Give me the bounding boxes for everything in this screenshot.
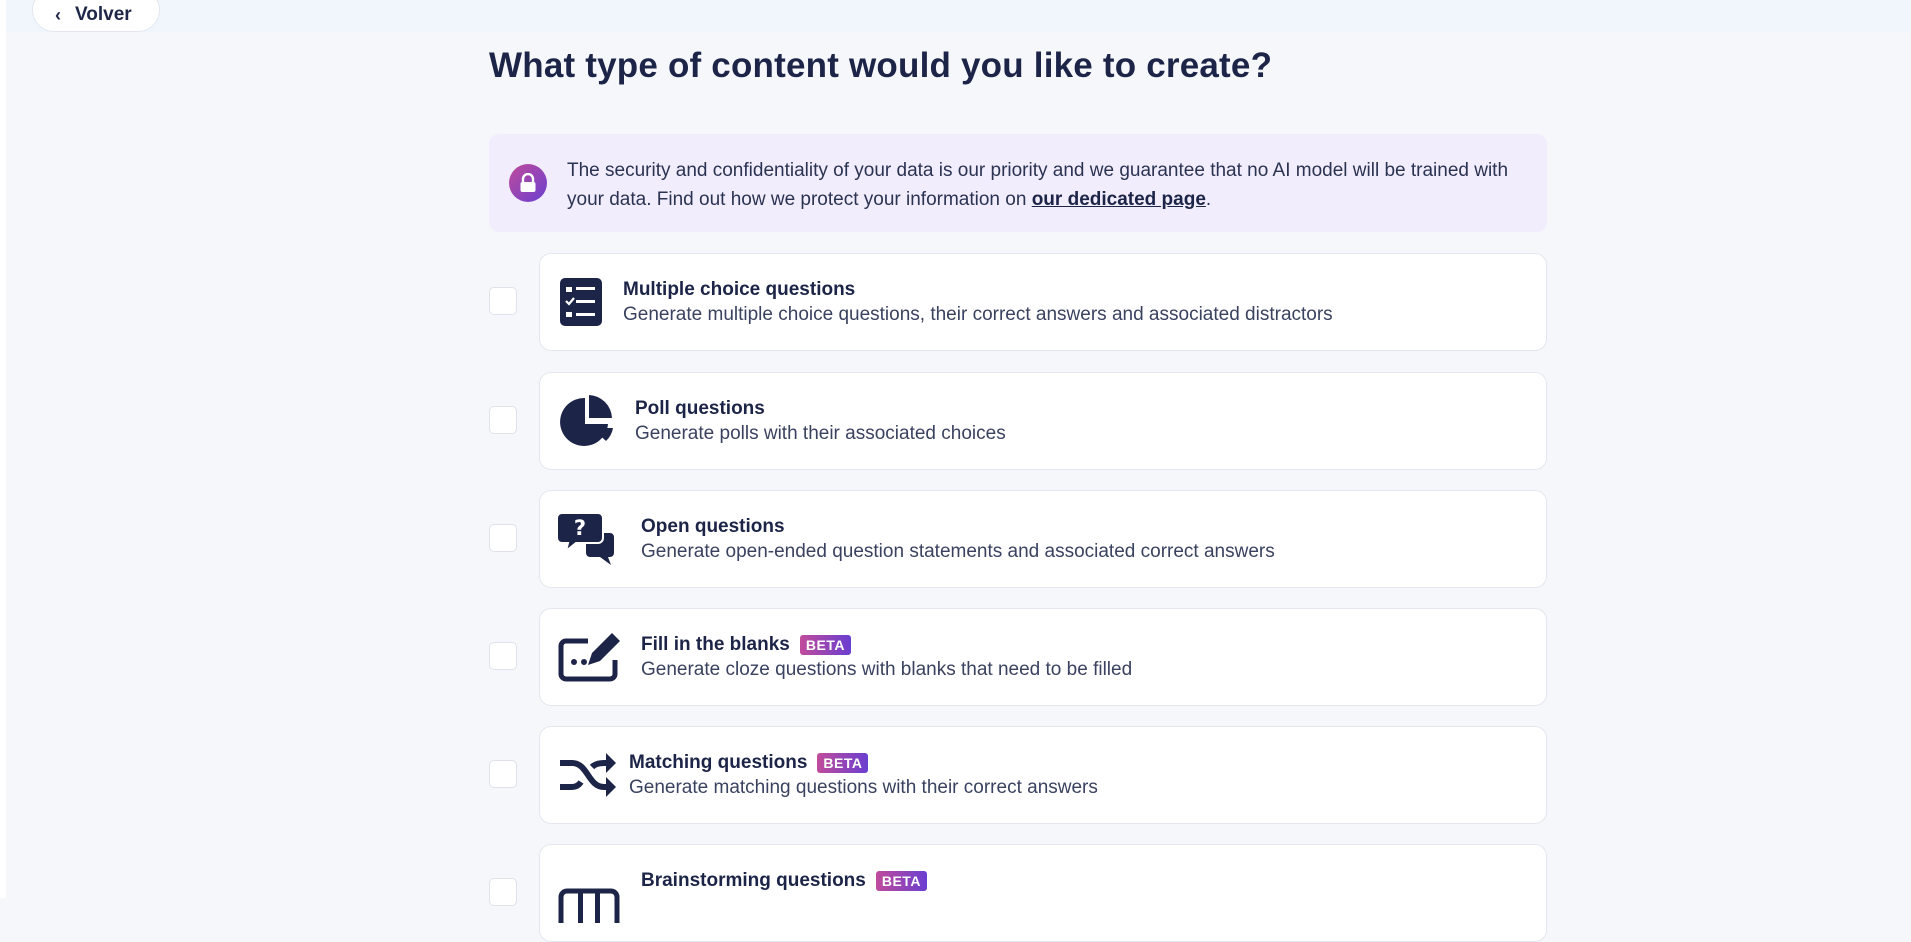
checklist-icon (558, 274, 618, 330)
left-edge (0, 0, 6, 898)
pie-chart-icon (558, 393, 618, 449)
option-checkbox[interactable] (489, 642, 517, 670)
board-columns-icon (558, 865, 620, 934)
option-description: Generate matching questions with their c… (629, 777, 1098, 798)
option-row-brainstorming: Brainstorming questions BETA (489, 844, 1547, 942)
option-title: Matching questions BETA (629, 749, 1098, 776)
option-title-text: Multiple choice questions (623, 278, 856, 300)
option-row-matching: Matching questions BETA Generate matching… (489, 726, 1547, 824)
beta-badge: BETA (817, 752, 869, 773)
option-row-fill-blanks: Fill in the blanks BETA Generate cloze qu… (489, 608, 1547, 706)
option-title: Open questions (641, 513, 1275, 540)
option-title-text: Poll questions (635, 397, 765, 419)
option-row-open: ? Open questions Generate open-ended que… (489, 490, 1547, 588)
option-checkbox[interactable] (489, 287, 517, 315)
notice-text: The security and confidentiality of your… (567, 156, 1527, 214)
option-card-poll[interactable]: Poll questions Generate polls with their… (539, 372, 1547, 470)
option-title-text: Matching questions (629, 751, 808, 773)
beta-badge: BETA (799, 634, 851, 655)
option-card-matching[interactable]: Matching questions BETA Generate matching… (539, 726, 1547, 824)
option-card-open[interactable]: ? Open questions Generate open-ended que… (539, 490, 1547, 588)
dedicated-page-link[interactable]: our dedicated page (1032, 189, 1206, 210)
lock-icon (509, 164, 547, 202)
option-card-brainstorming[interactable]: Brainstorming questions BETA (539, 844, 1547, 942)
shuffle-arrows-icon (558, 747, 618, 803)
option-row-multiple-choice: Multiple choice questions Generate multi… (489, 253, 1547, 351)
option-card-fill-blanks[interactable]: Fill in the blanks BETA Generate cloze qu… (539, 608, 1547, 706)
privacy-notice: The security and confidentiality of your… (489, 134, 1547, 232)
beta-badge: BETA (875, 870, 927, 891)
back-button[interactable]: ‹ Volver (32, 0, 160, 32)
option-title-text: Brainstorming questions (641, 869, 866, 891)
option-checkbox[interactable] (489, 760, 517, 788)
page-title: What type of content would you like to c… (489, 46, 1273, 85)
option-title: Fill in the blanks BETA (641, 631, 1132, 658)
option-row-poll: Poll questions Generate polls with their… (489, 372, 1547, 470)
svg-text:?: ? (574, 516, 586, 540)
back-label: Volver (75, 4, 132, 25)
option-title: Multiple choice questions (623, 276, 1333, 303)
option-description: Generate polls with their associated cho… (635, 423, 1006, 444)
option-description: Generate cloze questions with blanks tha… (641, 659, 1133, 680)
question-bubbles-icon: ? (556, 511, 618, 567)
notice-text-end: . (1205, 189, 1212, 210)
option-title: Brainstorming questions BETA (641, 867, 927, 894)
option-card-multiple-choice[interactable]: Multiple choice questions Generate multi… (539, 253, 1547, 351)
option-title: Poll questions (635, 395, 1006, 422)
option-title-text: Open questions (641, 515, 785, 537)
option-checkbox[interactable] (489, 524, 517, 552)
option-checkbox[interactable] (489, 878, 517, 906)
chevron-left-icon: ‹ (55, 4, 61, 25)
option-description: Generate multiple choice questions, thei… (623, 304, 1333, 325)
option-checkbox[interactable] (489, 406, 517, 434)
option-title-text: Fill in the blanks (641, 633, 790, 655)
fill-blank-pencil-icon (558, 629, 620, 685)
top-bar (6, 0, 1911, 32)
option-description: Generate open-ended question statements … (641, 541, 1275, 562)
